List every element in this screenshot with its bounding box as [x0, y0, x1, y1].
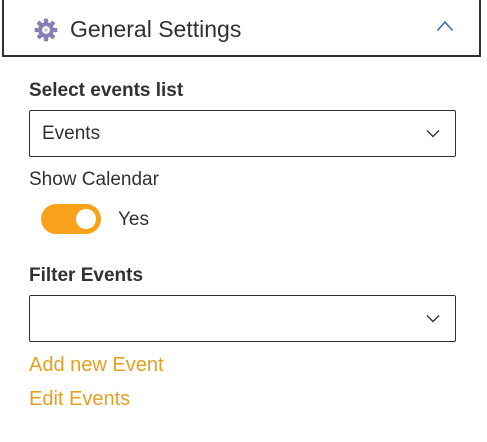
show-calendar-state: Yes — [118, 209, 149, 230]
show-calendar-label: Show Calendar — [29, 169, 159, 190]
chevron-up-icon[interactable] — [436, 20, 454, 32]
edit-events-link[interactable]: Edit Events — [29, 386, 130, 412]
events-list-label: Select events list — [29, 80, 184, 101]
chevron-down-icon — [426, 130, 440, 138]
filter-events-label: Filter Events — [29, 265, 144, 286]
general-settings-header[interactable]: General Settings — [2, 0, 481, 57]
add-new-event-link[interactable]: Add new Event — [29, 352, 164, 378]
filter-events-dropdown[interactable] — [29, 295, 456, 342]
show-calendar-toggle[interactable] — [41, 204, 101, 234]
header-title: General Settings — [70, 16, 242, 42]
toggle-knob — [76, 209, 96, 229]
gear-icon — [34, 18, 58, 42]
chevron-down-icon — [426, 315, 440, 323]
events-list-dropdown[interactable]: Events — [29, 110, 456, 157]
events-list-selected: Events — [42, 123, 101, 144]
